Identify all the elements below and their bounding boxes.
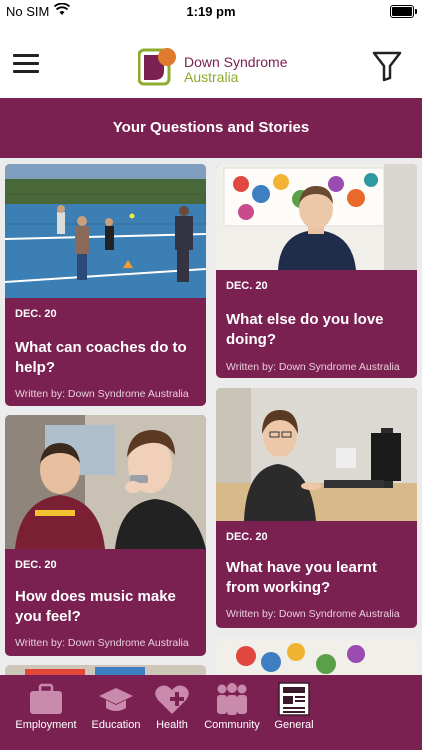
story-title: What have you learnt from working? <box>226 559 377 596</box>
section-banner: Your Questions and Stories <box>0 98 422 158</box>
story-image <box>5 665 206 675</box>
hamburger-menu-button[interactable] <box>13 54 39 74</box>
story-image <box>216 388 417 521</box>
newspaper-icon <box>278 682 310 716</box>
story-card[interactable]: DEC. 20 What can coaches do to help? Wri… <box>5 164 206 406</box>
tab-employment[interactable]: Employment <box>8 675 84 750</box>
menu-line <box>13 54 39 57</box>
story-image <box>216 164 417 270</box>
story-date: DEC. 20 <box>15 308 57 320</box>
briefcase-icon <box>30 683 62 714</box>
story-author: Written by: Down Syndrome Australia <box>15 637 189 649</box>
story-image <box>5 415 206 549</box>
story-title: What else do you love doing? <box>226 311 384 348</box>
story-card[interactable]: DEC. 20 What else do you love doing? Wri… <box>216 164 417 378</box>
logo-text: Down Syndrome Australia <box>184 55 288 85</box>
story-card[interactable]: DEC. 20 What have you learnt from workin… <box>216 388 417 628</box>
tab-label: Community <box>204 719 260 731</box>
app-header: Down Syndrome Australia <box>0 24 422 98</box>
stories-list[interactable]: DEC. 20 What can coaches do to help? Wri… <box>0 158 422 675</box>
story-date: DEC. 20 <box>226 280 268 292</box>
people-group-icon <box>217 683 247 715</box>
logo-line-2: Australia <box>184 69 239 85</box>
story-date: DEC. 20 <box>226 531 268 543</box>
menu-line <box>13 62 39 65</box>
heart-plus-icon <box>155 685 189 714</box>
story-card-partial[interactable] <box>5 665 206 675</box>
story-title: What can coaches do to help? <box>15 339 187 376</box>
story-date: DEC. 20 <box>15 559 57 571</box>
story-image <box>5 164 206 298</box>
tab-label: Employment <box>15 719 77 731</box>
story-title: How does music make you feel? <box>15 588 176 625</box>
tab-label: General <box>274 719 314 731</box>
story-card-partial[interactable] <box>216 638 417 675</box>
menu-line <box>13 70 39 73</box>
banner-title: Your Questions and Stories <box>112 119 310 136</box>
battery-icon <box>390 5 417 18</box>
story-image <box>216 638 417 675</box>
status-bar: No SIM 1:19 pm <box>0 0 422 24</box>
app-logo: Down Syndrome Australia <box>138 46 288 90</box>
tab-health[interactable]: Health <box>148 675 196 750</box>
filter-icon <box>372 51 402 82</box>
tab-general[interactable]: General <box>266 675 322 750</box>
tab-community[interactable]: Community <box>198 675 266 750</box>
story-author: Written by: Down Syndrome Australia <box>226 361 400 373</box>
tab-education[interactable]: Education <box>84 675 148 750</box>
tab-label: Education <box>91 719 141 731</box>
clock: 1:19 pm <box>186 4 236 19</box>
story-card[interactable]: DEC. 20 How does music make you feel? Wr… <box>5 415 206 656</box>
tab-label: Health <box>156 719 188 731</box>
filter-button[interactable] <box>372 50 402 82</box>
bottom-tab-bar: Employment Education Health Community Ge… <box>0 675 422 750</box>
story-author: Written by: Down Syndrome Australia <box>226 608 400 620</box>
graduation-cap-icon <box>99 688 133 711</box>
logo-line-1: Down Syndrome <box>184 54 288 70</box>
story-author: Written by: Down Syndrome Australia <box>15 388 189 400</box>
logo-mark-icon <box>138 48 176 86</box>
